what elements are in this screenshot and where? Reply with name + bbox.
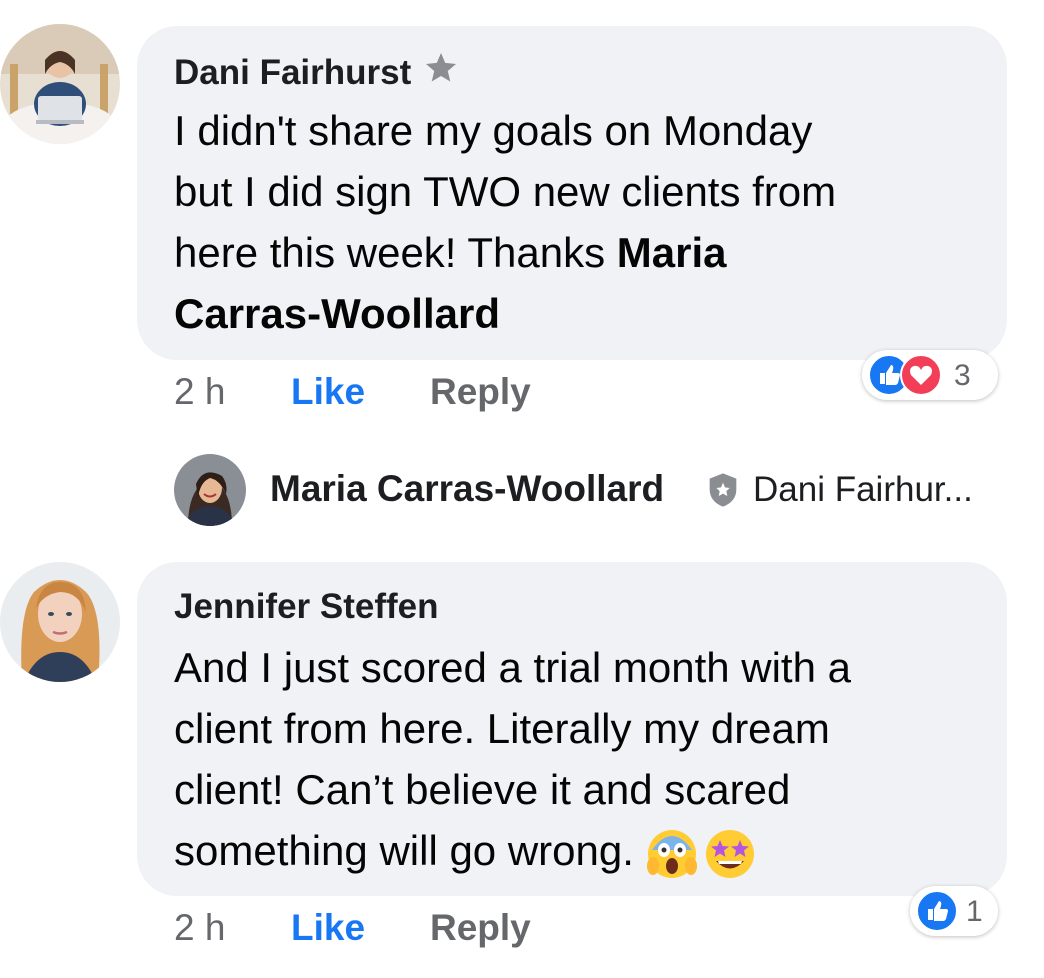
reaction-summary-dani[interactable]: 3 [862, 350, 998, 400]
reaction-count: 1 [966, 895, 983, 928]
love-reaction-icon [900, 354, 942, 401]
comment-author-jennifer[interactable]: Jennifer Steffen [174, 587, 439, 627]
like-reaction-icon [916, 890, 958, 937]
star-badge-icon [423, 50, 459, 95]
comment-text-jennifer: And I just scored a trial month with a c… [174, 637, 994, 881]
mention-link-cont[interactable]: Carras-Woollard [174, 290, 500, 337]
comment-author-dani[interactable]: Dani Fairhurst [174, 50, 459, 95]
star-struck-emoji-icon [704, 828, 756, 880]
avatar-dani[interactable] [0, 24, 120, 144]
comment-text-dani: I didn't share my goals on Monday but I … [174, 107, 837, 337]
reaction-summary-jennifer[interactable]: 1 [910, 886, 998, 936]
avatar-jennifer[interactable] [0, 562, 120, 682]
reply-snippet: Dani Fairhur... [753, 470, 973, 509]
timestamp[interactable]: 2 h [174, 907, 225, 949]
avatar-maria[interactable] [174, 454, 246, 526]
like-button[interactable]: Like [291, 371, 365, 413]
screaming-face-emoji-icon [646, 828, 698, 880]
reply-button[interactable]: Reply [430, 371, 531, 413]
reply-author[interactable]: Maria Carras-Woollard [270, 468, 664, 510]
comment-actions-jennifer: 2 h Like Reply [174, 907, 574, 951]
mention-link[interactable]: Maria [617, 229, 727, 276]
like-button[interactable]: Like [291, 907, 365, 949]
reply-button[interactable]: Reply [430, 907, 531, 949]
admin-shield-icon [707, 472, 739, 513]
timestamp[interactable]: 2 h [174, 371, 225, 413]
comment-actions-dani: 2 h Like Reply [174, 371, 574, 415]
reaction-count: 3 [954, 359, 971, 392]
reply-preview[interactable]: Maria Carras-Woollard Dani Fairhur... [270, 468, 1030, 514]
